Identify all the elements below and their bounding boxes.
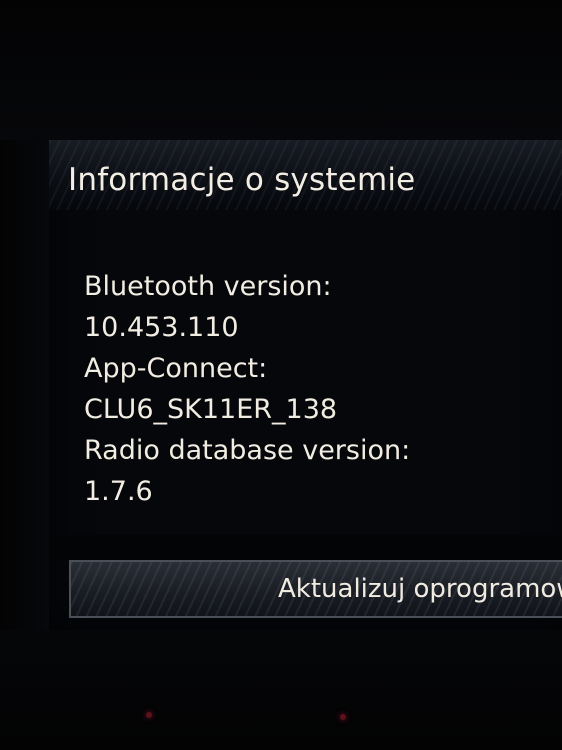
display-bezel-left	[0, 140, 49, 630]
page-title: Informacje o systemie	[68, 162, 416, 198]
radio-database-version-label: Radio database version:	[84, 435, 411, 466]
update-software-label: Aktualizuj oprogramow	[278, 574, 562, 604]
display-bezel-top	[0, 0, 562, 140]
app-connect-label: App-Connect:	[84, 353, 268, 384]
indicator-light	[340, 714, 346, 720]
bluetooth-version-label: Bluetooth version:	[84, 271, 332, 302]
bluetooth-version-value: 10.453.110	[84, 312, 239, 343]
infotainment-screen: Informacje o systemie Bluetooth version:…	[49, 140, 562, 630]
app-connect-value: CLU6_SK11ER_138	[84, 394, 338, 425]
radio-database-version-value: 1.7.6	[84, 476, 153, 507]
system-info-list: Bluetooth version: 10.453.110 App-Connec…	[84, 266, 410, 512]
device-photo: Informacje o systemie Bluetooth version:…	[0, 0, 562, 750]
update-software-button[interactable]: Aktualizuj oprogramow	[69, 560, 562, 618]
indicator-light	[146, 712, 152, 718]
display-bezel-bottom	[0, 630, 562, 750]
divider	[49, 535, 562, 560]
